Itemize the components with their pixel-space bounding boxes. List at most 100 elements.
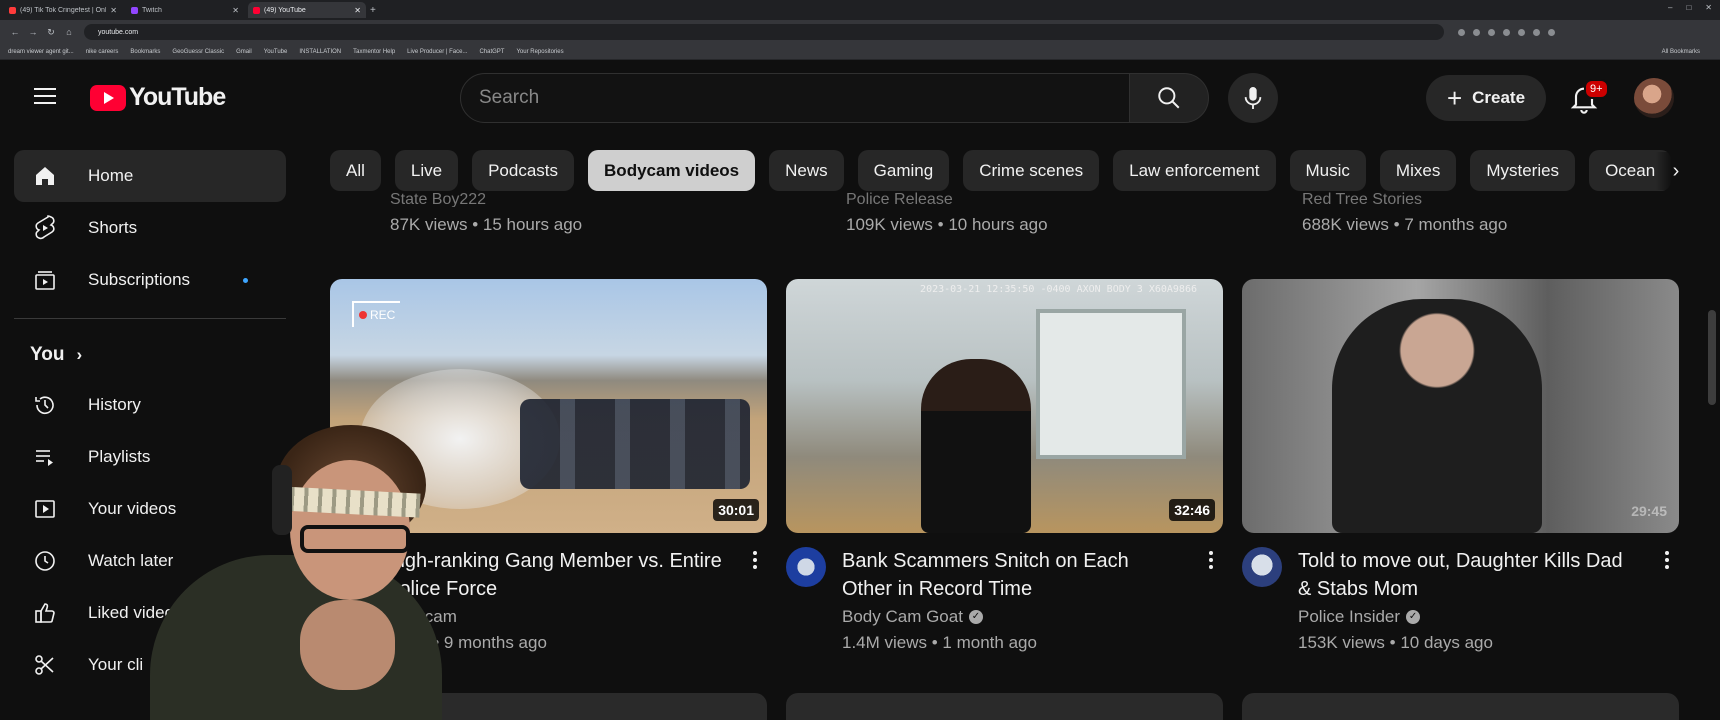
extension-icon[interactable]	[1503, 28, 1510, 36]
home-browser-icon[interactable]: ⌂	[60, 27, 78, 37]
forward-icon[interactable]: →	[24, 27, 42, 37]
browser-tab-1[interactable]: (49) Tik Tok Cringefest | Only t... ✕	[4, 2, 122, 18]
video-thumbnail[interactable]: 29:45	[1242, 279, 1679, 533]
video-stats: 1.4M views • 1 month ago	[842, 633, 1037, 652]
reload-icon[interactable]: ↻	[42, 27, 60, 38]
bookmark[interactable]: Taxmentor Help	[353, 49, 395, 55]
video-title[interactable]: Bank Scammers Snitch on Each Other in Re…	[842, 547, 1182, 603]
profile-icon[interactable]	[1548, 28, 1555, 36]
more-options-icon[interactable]	[747, 551, 763, 569]
notification-badge: 9+	[1584, 79, 1609, 99]
create-label: Create	[1472, 88, 1526, 107]
watch-later-icon	[32, 548, 58, 574]
scissors-icon	[32, 652, 58, 678]
sidebar-you-header[interactable]: You ›	[14, 331, 286, 379]
search-input[interactable]	[479, 87, 1129, 109]
chip-news[interactable]: News	[769, 150, 844, 191]
browser-tab-3[interactable]: (49) YouTube ✕	[248, 2, 366, 18]
maximize-icon[interactable]: □	[1686, 3, 1691, 12]
new-tab-icon[interactable]: +	[370, 5, 376, 16]
video-title[interactable]: Told to move out, Daughter Kills Dad & S…	[1298, 547, 1638, 603]
more-options-icon[interactable]	[1659, 551, 1675, 569]
close-tab-icon[interactable]: ✕	[354, 6, 361, 15]
twitch-favicon-icon	[131, 6, 138, 14]
video-stats: 87K views • 15 hours ago	[390, 215, 583, 234]
sidebar-item-home[interactable]: Home	[14, 150, 286, 202]
channel-name[interactable]: State Boy222	[390, 191, 767, 207]
bookmark[interactable]: dream viewer agent git...	[8, 49, 74, 55]
address-bar-row: ← → ↻ ⌂ youtube.com	[0, 20, 1720, 44]
sidebar-item-label: Shorts	[88, 218, 138, 237]
chip-law-enforcement[interactable]: Law enforcement	[1113, 150, 1276, 191]
page-scrollbar[interactable]	[1708, 310, 1716, 405]
chip-music[interactable]: Music	[1289, 150, 1366, 191]
channel-name[interactable]: Police Insider ✓	[1298, 607, 1638, 627]
bookmark[interactable]: Live Producer | Face...	[407, 49, 467, 55]
back-icon[interactable]: ←	[6, 27, 24, 37]
bookmark[interactable]: Your Repositories	[516, 49, 563, 55]
create-button[interactable]: + Create	[1426, 75, 1546, 121]
bookmark[interactable]: GeoGuessr Classic	[172, 49, 224, 55]
channel-avatar[interactable]	[1242, 547, 1282, 587]
extension-icon[interactable]	[1458, 28, 1465, 36]
browser-tab-2[interactable]: Twitch ✕	[126, 2, 244, 18]
bookmark[interactable]: INSTALLATION	[299, 49, 341, 55]
chip-bodycam-videos[interactable]: Bodycam videos	[588, 150, 756, 191]
tab-title: Twitch	[142, 6, 162, 14]
channel-name[interactable]: Red Tree Stories	[1302, 191, 1679, 207]
extension-icon[interactable]	[1473, 28, 1480, 36]
chips-next-button[interactable]: ›	[1656, 152, 1696, 190]
close-tab-icon[interactable]: ✕	[110, 6, 117, 15]
extension-icon[interactable]	[1533, 28, 1540, 36]
bookmarks-bar: dream viewer agent git... nike careers B…	[0, 44, 1720, 60]
window-controls: – □ ✕	[1668, 3, 1712, 12]
all-bookmarks[interactable]: All Bookmarks	[1662, 49, 1700, 55]
voice-search-button[interactable]	[1228, 73, 1278, 123]
more-options-icon[interactable]	[1203, 551, 1219, 569]
chip-gaming[interactable]: Gaming	[857, 150, 950, 191]
channel-name[interactable]: Police Release	[846, 191, 1223, 207]
search-box	[460, 73, 1130, 123]
minimize-icon[interactable]: –	[1668, 3, 1672, 12]
chip-all[interactable]: All	[330, 150, 381, 191]
partial-video-meta: Red Tree Stories 688K views • 7 months a…	[1242, 191, 1679, 240]
sidebar-item-label: History	[88, 395, 141, 414]
video-info: Told to move out, Daughter Kills Dad & S…	[1242, 547, 1679, 653]
sidebar-item-shorts[interactable]: Shorts	[14, 202, 286, 254]
close-tab-icon[interactable]: ✕	[232, 6, 239, 15]
channel-name[interactable]: Body Cam Goat ✓	[842, 607, 1182, 627]
bookmark[interactable]: YouTube	[264, 49, 288, 55]
video-thumbnail[interactable]	[786, 693, 1223, 720]
chip-podcasts[interactable]: Podcasts	[472, 150, 575, 191]
duration-badge: 30:01	[713, 499, 759, 521]
video-thumbnail[interactable]	[1242, 693, 1679, 720]
video-card: 29:45 Told to move out, Daughter Kills D…	[1242, 279, 1679, 653]
close-window-icon[interactable]: ✕	[1705, 3, 1712, 12]
tiktok-favicon-icon	[9, 6, 16, 14]
url-field[interactable]: youtube.com	[84, 24, 1444, 40]
chip-crime-scenes[interactable]: Crime scenes	[963, 150, 1100, 191]
sidebar-item-subscriptions[interactable]: Subscriptions	[14, 254, 286, 306]
extension-icon[interactable]	[1488, 28, 1495, 36]
chip-live[interactable]: Live	[394, 150, 459, 191]
chip-mysteries[interactable]: Mysteries	[1470, 150, 1576, 191]
chip-mixes[interactable]: Mixes	[1379, 150, 1457, 191]
menu-icon[interactable]	[34, 88, 56, 104]
youtube-logo[interactable]: YouTube	[90, 83, 226, 112]
bookmark[interactable]: ChatGPT	[479, 49, 504, 55]
extension-icon[interactable]	[1518, 28, 1525, 36]
rec-overlay: REC	[352, 301, 401, 327]
search-icon	[1158, 87, 1180, 109]
bookmark[interactable]: Gmail	[236, 49, 252, 55]
video-row: REC 30:01 High-ranking Gang Member vs. E…	[330, 279, 1682, 653]
channel-avatar[interactable]	[786, 547, 826, 587]
partial-video-meta: State Boy222 87K views • 15 hours ago	[330, 191, 767, 240]
search-button[interactable]	[1129, 73, 1209, 123]
bookmark[interactable]: Bookmarks	[130, 49, 160, 55]
video-thumbnail[interactable]: 2023-03-21 12:35:50 -0400 AXON BODY 3 X6…	[786, 279, 1223, 533]
previous-row-partial: State Boy222 87K views • 15 hours ago Po…	[330, 191, 1682, 240]
extensions-area	[1458, 28, 1555, 36]
bookmark[interactable]: nike careers	[86, 49, 119, 55]
account-avatar[interactable]	[1634, 78, 1674, 118]
sidebar-item-label: Home	[88, 166, 134, 185]
